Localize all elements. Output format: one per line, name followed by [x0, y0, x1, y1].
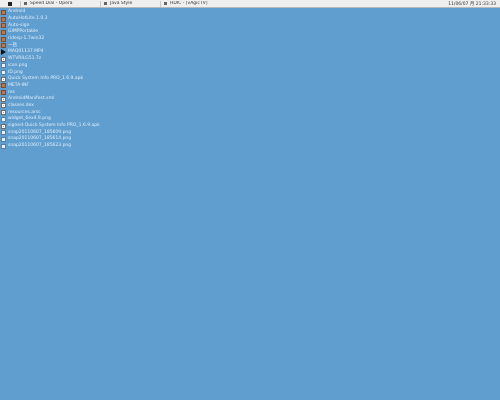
image-file-icon: [1, 143, 6, 149]
image-file-icon: [1, 63, 6, 69]
folder-icon: [1, 43, 6, 49]
desktop-item-label: WTVRILG51.7z: [8, 56, 42, 62]
folder-icon: [1, 16, 6, 22]
task-label: Java Style: [110, 1, 133, 6]
app-icon: [104, 2, 107, 5]
desktop-item-autohotlite[interactable]: AutoHotLite.1.0.3: [1, 16, 100, 23]
desktop-item-apk[interactable]: Quick System Info PRO_1.6.9.apk: [1, 76, 100, 83]
file-icon: [1, 110, 6, 116]
desktop-item-label: MAQ01137.MP4: [8, 49, 44, 55]
desktop-item-label: snap20110607_185614.png: [8, 136, 72, 142]
file-icon: [1, 96, 6, 102]
desktop-item-label: AutoHotLite.1.0.3: [8, 16, 48, 22]
desktop-item-snap-185623[interactable]: snap20110607_185623.png: [1, 143, 100, 150]
task-hdic[interactable]: HDIC - [vAgicTV]: [160, 0, 250, 7]
desktop-item-7z[interactable]: WTVRILG51.7z: [1, 56, 100, 63]
app-icon: [24, 2, 27, 5]
desktop-item-meta-inf[interactable]: META-INF: [1, 83, 100, 90]
desktop-item-label: snap20110607_185609.png: [8, 129, 72, 135]
desktop: Android AutoHotLite.1.0.3 Auto-sign GIMP…: [0, 8, 500, 400]
desktop-item-label: AndroidManifest.xml: [8, 96, 55, 102]
image-file-icon: [1, 70, 6, 76]
folder-icon: [1, 36, 6, 42]
desktop-item-androidmanifest[interactable]: AndroidManifest.xml: [1, 96, 100, 103]
desktop-item-res[interactable]: res: [1, 89, 100, 96]
taskbar: Speed Dial - Opera Java Style HDIC - [vA…: [0, 0, 500, 8]
desktop-item-label: signed-Quick System Info PRO_1.6.9.apk: [8, 123, 100, 129]
task-speed-dial-opera[interactable]: Speed Dial - Opera: [20, 0, 100, 7]
desktop-item-label: 一括: [8, 42, 17, 48]
task-label: Speed Dial - Opera: [30, 1, 73, 6]
desktop-item-label: Quick System Info PRO_1.6.9.apk: [8, 76, 84, 82]
desktop-item-label: ID.png: [8, 69, 23, 75]
image-file-icon: [1, 130, 6, 136]
desktop-item-signed-apk[interactable]: signed-Quick System Info PRO_1.6.9.apk: [1, 123, 100, 130]
task-java-style[interactable]: Java Style: [100, 0, 160, 7]
clock: 11/06/07 月 21:33:33: [448, 1, 496, 7]
desktop-item-gimpportable[interactable]: GIMPPortable: [1, 29, 100, 36]
desktop-item-icon-png[interactable]: icon.png: [1, 63, 100, 70]
desktop-item-label: snap20110607_185623.png: [8, 143, 72, 149]
folder-icon: [1, 9, 6, 15]
desktop-item-android[interactable]: Android: [1, 9, 100, 16]
folder-icon: [1, 83, 6, 89]
desktop-item-ridesp[interactable]: ridesp-1.7win32: [1, 36, 100, 43]
start-button[interactable]: [0, 0, 20, 7]
desktop-item-classes-dex[interactable]: classes.dex: [1, 103, 100, 110]
desktop-item-label: icon.png: [8, 62, 28, 68]
archive-file-icon: [1, 56, 6, 62]
app-icon: [164, 2, 167, 5]
desktop-item-label: classes.dex: [8, 102, 34, 108]
task-label: HDIC - [vAgicTV]: [170, 1, 208, 6]
desktop-item-label: Auto-sign: [8, 22, 30, 28]
desktop-item-label: Android: [8, 9, 26, 15]
file-icon: [1, 123, 6, 129]
desktop-item-snap-185614[interactable]: snap20110607_185614.png: [1, 136, 100, 143]
desktop-item-widget-png[interactable]: widget_6ex4.9.png: [1, 116, 100, 123]
desktop-item-label: GIMPPortable: [8, 29, 38, 35]
file-icon: [1, 103, 6, 109]
desktop-item-label: resources.arsc: [8, 109, 41, 115]
desktop-item-id-png[interactable]: ID.png: [1, 69, 100, 76]
desktop-item-resources-arsc[interactable]: resources.arsc: [1, 109, 100, 116]
desktop-item-mp4[interactable]: MAQ01137.MP4: [1, 49, 100, 56]
desktop-icons: Android AutoHotLite.1.0.3 Auto-sign GIMP…: [1, 9, 100, 149]
folder-icon: [1, 29, 6, 35]
desktop-item-label: res: [8, 89, 15, 95]
image-file-icon: [1, 116, 6, 122]
desktop-item-label: META-INF: [8, 82, 30, 88]
menu-icon: [8, 1, 12, 6]
file-icon: [1, 76, 6, 82]
desktop-item-label: widget_6ex4.9.png: [8, 116, 51, 122]
folder-icon: [1, 23, 6, 29]
folder-icon: [1, 90, 6, 96]
image-file-icon: [1, 136, 6, 142]
video-file-icon: [1, 49, 6, 56]
desktop-item-label: ridesp-1.7win32: [8, 36, 45, 42]
